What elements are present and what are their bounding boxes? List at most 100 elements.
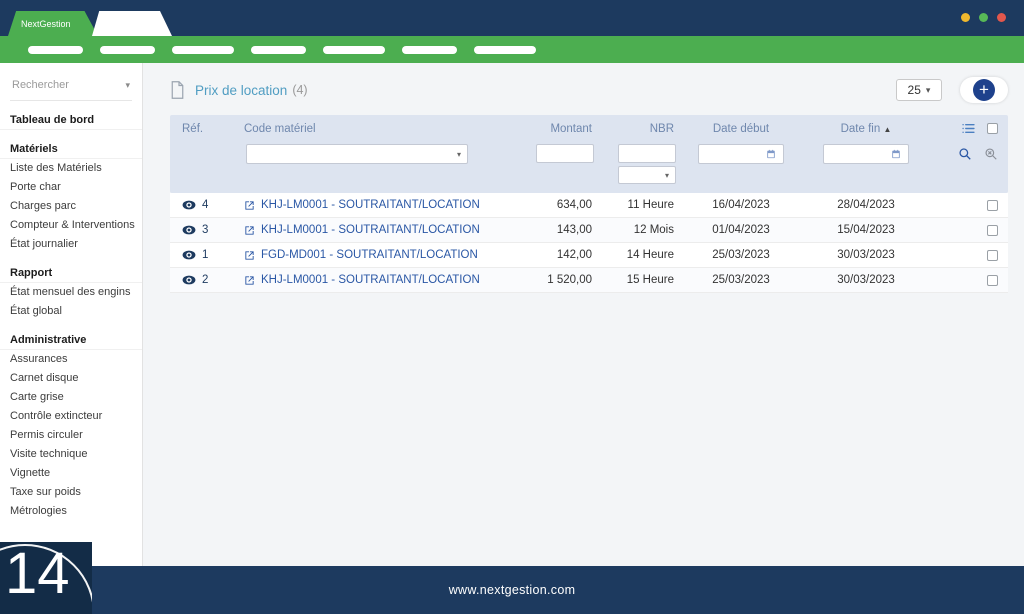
nav-menu-item-placeholder[interactable] — [323, 46, 385, 54]
calendar-icon[interactable] — [891, 149, 901, 159]
row-checkbox[interactable] — [987, 250, 998, 261]
row-montant: 634,00 — [482, 199, 600, 211]
sidebar-item-etat-mensuel-des-engins[interactable]: État mensuel des engins — [0, 283, 142, 302]
nav-menu-item-placeholder[interactable] — [100, 46, 155, 54]
nav-menu-item-placeholder[interactable] — [251, 46, 306, 54]
ref-value: 3 — [202, 224, 208, 236]
sidebar-item-permis-circuler[interactable]: Permis circuler — [0, 426, 142, 445]
overlay-circle — [0, 544, 92, 614]
row-date-debut: 01/04/2023 — [682, 224, 800, 236]
table-body: 4KHJ-LM0001 - SOUTRAITANT/LOCATION634,00… — [170, 193, 1008, 293]
column-header-ref[interactable]: Réf. — [170, 123, 244, 135]
filter-nbr-unit-select[interactable]: ▾ — [618, 166, 676, 184]
row-code-link[interactable]: KHJ-LM0001 - SOUTRAITANT/LOCATION — [244, 199, 482, 211]
nav-menu-item-placeholder[interactable] — [28, 46, 83, 54]
clear-search-icon[interactable] — [984, 147, 998, 161]
row-date-debut: 25/03/2023 — [682, 274, 800, 286]
ref-value: 4 — [202, 199, 208, 211]
add-button[interactable]: + — [973, 79, 995, 101]
sidebar-item-carnet-disque[interactable]: Carnet disque — [0, 369, 142, 388]
sidebar-section-tableau-de-bord[interactable]: Tableau de bord — [0, 110, 142, 130]
sidebar-item-etat-global[interactable]: État global — [0, 302, 142, 321]
sidebar-item-compteur-interventions[interactable]: Compteur & Interventions — [0, 216, 142, 235]
sidebar-menu: Tableau de bord MatérielsListe des Matéri… — [0, 110, 142, 521]
select-all-checkbox[interactable] — [987, 123, 998, 134]
table-row[interactable]: 2KHJ-LM0001 - SOUTRAITANT/LOCATION1 520,… — [170, 268, 1008, 293]
row-code-link[interactable]: KHJ-LM0001 - SOUTRAITANT/LOCATION — [244, 274, 482, 286]
caret-down-icon: ▾ — [125, 80, 130, 91]
sidebar-item-metrologies[interactable]: Métrologies — [0, 502, 142, 521]
row-view-link[interactable]: 1 — [170, 249, 244, 261]
sidebar-section-rapport[interactable]: Rapport — [0, 263, 142, 283]
green-dot-icon[interactable] — [979, 13, 988, 22]
sidebar-item-vignette[interactable]: Vignette — [0, 464, 142, 483]
table-row[interactable]: 4 KHJ-LM0001 - SOUTRAITANT/LOCATION634,00… — [170, 193, 1008, 218]
row-checkbox[interactable] — [987, 275, 998, 286]
list-view-icon[interactable] — [962, 123, 975, 134]
sidebar-section-administrative[interactable]: Administrative — [0, 330, 142, 350]
footer: www.nextgestion.com — [0, 566, 1024, 614]
column-header-code-materiel[interactable]: Code matériel — [244, 123, 482, 135]
sidebar-item-liste-des-materiels[interactable]: Liste des Matériels — [0, 159, 142, 178]
brand-tab[interactable]: NextGestion — [8, 11, 98, 36]
filter-date-fin-field — [823, 144, 909, 164]
nav-menu-item-placeholder[interactable] — [172, 46, 234, 54]
row-nbr: 15 Heure — [600, 274, 682, 286]
search-placeholder: Rechercher — [12, 79, 69, 91]
filter-date-fin-input[interactable] — [827, 148, 891, 160]
sidebar-item-porte-char[interactable]: Porte char — [0, 178, 142, 197]
filter-date-debut-field — [698, 144, 784, 164]
filter-row: ▾ ▾ — [170, 142, 1008, 193]
row-montant: 1 520,00 — [482, 274, 600, 286]
sidebar-item-charges-parc[interactable]: Charges parc — [0, 197, 142, 216]
row-code-link[interactable]: KHJ-LM0001 - SOUTRAITANT/LOCATION — [244, 224, 482, 236]
row-montant: 142,00 — [482, 249, 600, 261]
filter-montant-input[interactable] — [536, 144, 594, 163]
sidebar-item-etat-journalier[interactable]: État journalier — [0, 235, 142, 254]
column-header-nbr[interactable]: NBR — [600, 123, 682, 135]
sidebar: Rechercher ▾ Tableau de bord MatérielsLis… — [0, 63, 143, 566]
column-header-date-debut[interactable]: Date début — [682, 123, 800, 135]
row-view-link[interactable]: 2 — [170, 274, 244, 286]
row-code-link[interactable]: FGD-MD001 - SOUTRAITANT/LOCATION — [244, 249, 482, 261]
table-row[interactable]: 1FGD-MD001 - SOUTRAITANT/LOCATION142,001… — [170, 243, 1008, 268]
eye-icon — [182, 275, 196, 285]
window-controls — [961, 13, 1006, 22]
row-date-fin: 28/04/2023 — [800, 199, 932, 211]
topbar: NextGestion — [0, 0, 1024, 36]
sidebar-item-visite-technique[interactable]: Visite technique — [0, 445, 142, 464]
filter-code-materiel-select[interactable]: ▾ — [246, 144, 468, 164]
sidebar-item-assurances[interactable]: Assurances — [0, 350, 142, 369]
row-checkbox[interactable] — [987, 225, 998, 236]
sidebar-item-taxe-sur-poids[interactable]: Taxe sur poids — [0, 483, 142, 502]
red-dot-icon[interactable] — [997, 13, 1006, 22]
nav-menu-item-placeholder[interactable] — [474, 46, 536, 54]
search-input[interactable]: Rechercher ▾ — [10, 75, 132, 101]
row-nbr: 11 Heure — [600, 199, 682, 211]
calendar-icon[interactable] — [766, 149, 776, 159]
column-header-date-fin[interactable]: Date fin ▲ — [800, 123, 932, 135]
nav-menu-item-placeholder[interactable] — [402, 46, 457, 54]
row-view-link[interactable]: 4 — [170, 199, 244, 211]
row-date-fin: 15/04/2023 — [800, 224, 932, 236]
page-size-select[interactable]: 25 ▾ — [896, 79, 942, 101]
caret-down-icon: ▾ — [457, 150, 461, 159]
page-size-value: 25 — [908, 83, 921, 97]
secondary-tab[interactable] — [92, 11, 172, 36]
code-value: KHJ-LM0001 - SOUTRAITANT/LOCATION — [261, 224, 480, 236]
yellow-dot-icon[interactable] — [961, 13, 970, 22]
table-header: Réf. Code matériel Montant NBR Date débu… — [170, 115, 1008, 193]
sidebar-item-controle-extincteur[interactable]: Contrôle extincteur — [0, 407, 142, 426]
column-header-montant[interactable]: Montant — [482, 123, 600, 135]
row-montant: 143,00 — [482, 224, 600, 236]
add-button-container: + — [960, 77, 1008, 103]
row-checkbox[interactable] — [987, 200, 998, 211]
external-link-icon — [244, 275, 255, 286]
filter-nbr-input[interactable] — [618, 144, 676, 163]
sidebar-item-carte-grise[interactable]: Carte grise — [0, 388, 142, 407]
row-view-link[interactable]: 3 — [170, 224, 244, 236]
sidebar-section-materiels[interactable]: Matériels — [0, 139, 142, 159]
filter-date-debut-input[interactable] — [702, 148, 766, 160]
table-row[interactable]: 3 KHJ-LM0001 - SOUTRAITANT/LOCATION143,00… — [170, 218, 1008, 243]
search-icon[interactable] — [958, 147, 972, 161]
